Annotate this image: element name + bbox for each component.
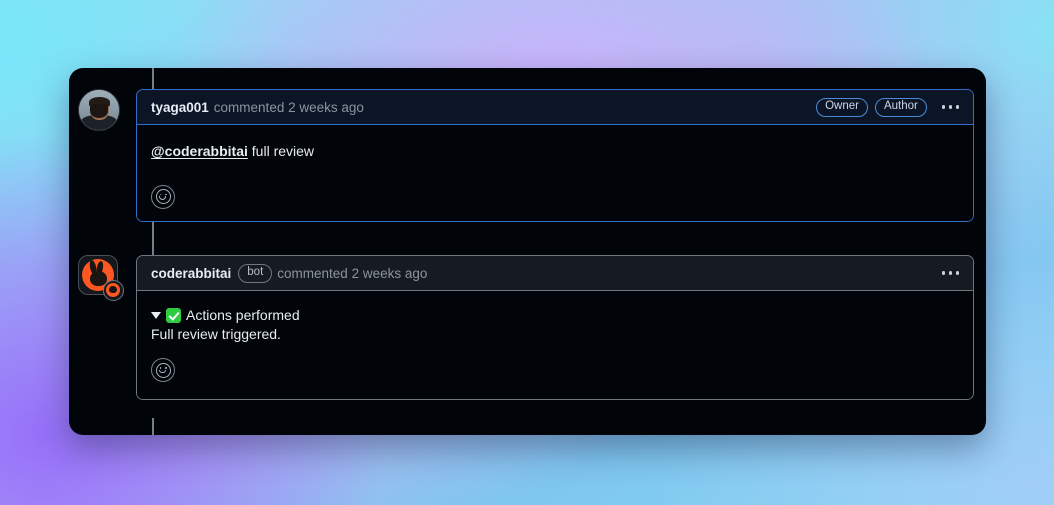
kebab-dot — [941, 271, 946, 275]
white-check-mark-icon — [166, 307, 181, 323]
comment-card: coderabbitai bot commented 2 weeks ago A… — [136, 255, 974, 400]
comment-bot: coderabbitai bot commented 2 weeks ago A… — [78, 255, 974, 400]
badge-bot: bot — [238, 263, 273, 283]
details-content: Full review triggered. — [151, 326, 281, 342]
kebab-dot — [955, 271, 959, 275]
comment-author[interactable]: coderabbitai — [151, 266, 231, 281]
comment-thread-panel: tyaga001 commented 2 weeks ago Owner Aut… — [69, 68, 986, 435]
comment-menu-button[interactable] — [940, 101, 961, 112]
kebab-dot — [941, 105, 946, 109]
kebab-dot — [955, 105, 959, 109]
bubble-arrow-icon — [137, 103, 138, 121]
comment-header: coderabbitai bot commented 2 weeks ago — [137, 256, 973, 291]
comment-body: @coderabbitai full review — [137, 125, 973, 221]
badge-author: Author — [874, 97, 927, 117]
comment-author[interactable]: tyaga001 — [151, 100, 209, 115]
comment-user: tyaga001 commented 2 weeks ago Owner Aut… — [78, 89, 974, 222]
kebab-dot — [948, 271, 953, 275]
chevron-down-icon[interactable] — [151, 311, 161, 319]
comment-header: tyaga001 commented 2 weeks ago Owner Aut… — [137, 90, 973, 125]
comment-body: Actions performed Full review triggered. — [137, 291, 973, 399]
avatar-image — [78, 255, 124, 301]
comment-timestamp: commented 2 weeks ago — [277, 265, 428, 281]
comment-text-rest: full review — [247, 143, 315, 159]
add-reaction-button[interactable] — [151, 184, 175, 209]
add-reaction-button[interactable] — [151, 358, 175, 382]
smiley-eye-left — [159, 367, 162, 369]
role-badges: Owner Author — [816, 97, 927, 117]
timeline-rail-bottom — [152, 418, 154, 435]
avatar-beard — [90, 103, 108, 118]
smiley-mouth — [159, 369, 166, 373]
mention-link[interactable]: @coderabbitai — [151, 143, 248, 159]
comment-menu-button[interactable] — [940, 267, 961, 278]
comment-card: tyaga001 commented 2 weeks ago Owner Aut… — [136, 89, 974, 222]
details-summary-label: Actions performed — [186, 307, 300, 323]
smiley-eye-right — [164, 367, 167, 369]
bot-badge-glyph — [109, 286, 117, 293]
avatar-image — [78, 89, 120, 131]
comment-text: @coderabbitai full review — [151, 141, 959, 163]
bot-status-badge-icon — [103, 280, 124, 301]
bubble-arrow-icon — [137, 269, 138, 287]
details-summary[interactable]: Actions performed — [151, 307, 959, 323]
badge-owner: Owner — [816, 97, 868, 117]
smiley-icon — [155, 362, 171, 378]
smiley-icon — [155, 189, 171, 205]
avatar-tyaga001[interactable] — [78, 89, 120, 131]
kebab-dot — [948, 105, 953, 109]
avatar-coderabbitai[interactable] — [78, 255, 124, 301]
smiley-mouth — [159, 196, 166, 200]
comment-timestamp: commented 2 weeks ago — [213, 99, 364, 115]
